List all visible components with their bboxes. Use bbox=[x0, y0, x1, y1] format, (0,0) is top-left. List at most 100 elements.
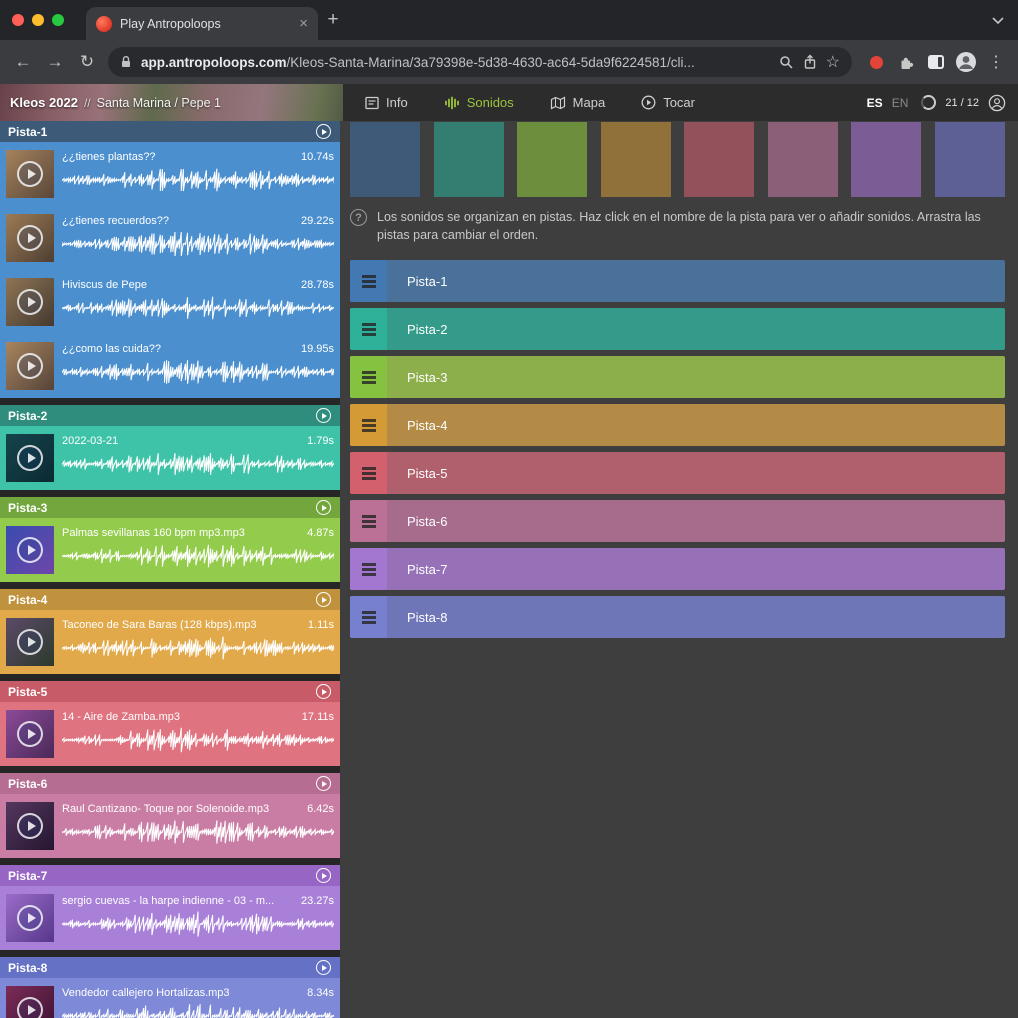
audio-clip[interactable]: Raul Cantizano- Toque por Solenoide.mp3 … bbox=[6, 802, 334, 850]
track-row[interactable]: Pista-5 bbox=[350, 452, 1005, 494]
track-play-icon[interactable] bbox=[316, 960, 331, 975]
track-name[interactable]: Pista-8 bbox=[8, 961, 316, 975]
track-name[interactable]: Pista-7 bbox=[8, 869, 316, 883]
breadcrumb-project[interactable]: Kleos 2022 bbox=[10, 95, 78, 110]
drag-handle[interactable] bbox=[350, 260, 387, 302]
zoom-icon[interactable] bbox=[779, 55, 794, 70]
track-color-tile[interactable] bbox=[768, 122, 838, 197]
drag-handle[interactable] bbox=[350, 356, 387, 398]
breadcrumb[interactable]: Kleos 2022 // Santa Marina / Pepe 1 bbox=[0, 84, 343, 121]
clip-play-icon[interactable] bbox=[17, 225, 43, 251]
bookmark-star-icon[interactable]: ☆ bbox=[826, 52, 840, 72]
audio-clip[interactable]: 2022-03-21 1.79s bbox=[6, 434, 334, 482]
track-row-label[interactable]: Pista-4 bbox=[387, 404, 1005, 446]
language-en[interactable]: EN bbox=[892, 96, 909, 110]
track-play-icon[interactable] bbox=[316, 500, 331, 515]
side-panel-icon[interactable] bbox=[922, 48, 950, 76]
track-row-label[interactable]: Pista-2 bbox=[387, 308, 1005, 350]
track-row-label[interactable]: Pista-6 bbox=[387, 500, 1005, 542]
account-icon[interactable] bbox=[988, 94, 1006, 112]
clip-thumbnail[interactable] bbox=[6, 986, 54, 1018]
track-row[interactable]: Pista-4 bbox=[350, 404, 1005, 446]
track-color-tile[interactable] bbox=[350, 122, 420, 197]
track-color-tile[interactable] bbox=[935, 122, 1005, 197]
tab-mapa[interactable]: Mapa bbox=[550, 95, 606, 110]
tab-close-icon[interactable]: × bbox=[299, 16, 308, 31]
track-row-label[interactable]: Pista-8 bbox=[387, 596, 1005, 638]
recording-extension-icon[interactable] bbox=[862, 48, 890, 76]
track-play-icon[interactable] bbox=[316, 776, 331, 791]
clip-thumbnail[interactable] bbox=[6, 802, 54, 850]
extensions-puzzle-icon[interactable] bbox=[892, 48, 920, 76]
track-play-icon[interactable] bbox=[316, 124, 331, 139]
track-row-label[interactable]: Pista-1 bbox=[387, 260, 1005, 302]
breadcrumb-path[interactable]: Santa Marina / Pepe 1 bbox=[97, 96, 221, 110]
macos-window-controls[interactable] bbox=[0, 14, 78, 26]
tab-search-chevron-icon[interactable] bbox=[992, 16, 1004, 24]
browser-tab[interactable]: Play Antropoloops × bbox=[86, 7, 318, 40]
browser-profile-avatar[interactable] bbox=[952, 48, 980, 76]
clip-thumbnail[interactable] bbox=[6, 618, 54, 666]
clip-play-icon[interactable] bbox=[17, 629, 43, 655]
clip-thumbnail[interactable] bbox=[6, 526, 54, 574]
clip-thumbnail[interactable] bbox=[6, 150, 54, 198]
track-header[interactable]: Pista-8 bbox=[0, 957, 340, 978]
zoom-window-icon[interactable] bbox=[52, 14, 64, 26]
track-play-icon[interactable] bbox=[316, 408, 331, 423]
track-header[interactable]: Pista-2 bbox=[0, 405, 340, 426]
track-name[interactable]: Pista-2 bbox=[8, 409, 316, 423]
tab-tocar[interactable]: Tocar bbox=[641, 95, 695, 110]
track-row-label[interactable]: Pista-3 bbox=[387, 356, 1005, 398]
track-name[interactable]: Pista-1 bbox=[8, 125, 316, 139]
clip-play-icon[interactable] bbox=[17, 537, 43, 563]
audio-clip[interactable]: ¿¿como las cuida?? 19.95s bbox=[6, 342, 334, 390]
clip-thumbnail[interactable] bbox=[6, 278, 54, 326]
track-row-label[interactable]: Pista-7 bbox=[387, 548, 1005, 590]
clip-play-icon[interactable] bbox=[17, 813, 43, 839]
audio-clip[interactable]: ¿¿tienes plantas?? 10.74s bbox=[6, 150, 334, 198]
track-header[interactable]: Pista-7 bbox=[0, 865, 340, 886]
track-color-tile[interactable] bbox=[601, 122, 671, 197]
track-play-icon[interactable] bbox=[316, 868, 331, 883]
audio-clip[interactable]: Palmas sevillanas 160 bpm mp3.mp3 4.87s bbox=[6, 526, 334, 574]
clip-play-icon[interactable] bbox=[17, 721, 43, 747]
drag-handle[interactable] bbox=[350, 452, 387, 494]
track-row[interactable]: Pista-8 bbox=[350, 596, 1005, 638]
track-header[interactable]: Pista-1 bbox=[0, 121, 340, 142]
drag-handle[interactable] bbox=[350, 404, 387, 446]
track-color-tile[interactable] bbox=[684, 122, 754, 197]
track-color-tile[interactable] bbox=[851, 122, 921, 197]
drag-handle[interactable] bbox=[350, 596, 387, 638]
clip-thumbnail[interactable] bbox=[6, 214, 54, 262]
new-tab-button[interactable]: + bbox=[318, 5, 348, 35]
track-row[interactable]: Pista-7 bbox=[350, 548, 1005, 590]
browser-menu-icon[interactable]: ⋮ bbox=[982, 48, 1010, 76]
tab-sonidos[interactable]: Sonidos bbox=[444, 95, 514, 110]
track-name[interactable]: Pista-5 bbox=[8, 685, 316, 699]
clip-thumbnail[interactable] bbox=[6, 710, 54, 758]
share-icon[interactable] bbox=[803, 54, 817, 70]
clip-thumbnail[interactable] bbox=[6, 342, 54, 390]
track-header[interactable]: Pista-4 bbox=[0, 589, 340, 610]
clip-play-icon[interactable] bbox=[17, 161, 43, 187]
audio-clip[interactable]: ¿¿tienes recuerdos?? 29.22s bbox=[6, 214, 334, 262]
drag-handle[interactable] bbox=[350, 548, 387, 590]
track-color-tile[interactable] bbox=[434, 122, 504, 197]
clip-play-icon[interactable] bbox=[17, 353, 43, 379]
drag-handle[interactable] bbox=[350, 308, 387, 350]
track-play-icon[interactable] bbox=[316, 684, 331, 699]
clip-play-icon[interactable] bbox=[17, 289, 43, 315]
track-name[interactable]: Pista-4 bbox=[8, 593, 316, 607]
minimize-window-icon[interactable] bbox=[32, 14, 44, 26]
track-header[interactable]: Pista-6 bbox=[0, 773, 340, 794]
clip-play-icon[interactable] bbox=[17, 445, 43, 471]
track-name[interactable]: Pista-3 bbox=[8, 501, 316, 515]
drag-handle[interactable] bbox=[350, 500, 387, 542]
clip-play-icon[interactable] bbox=[17, 905, 43, 931]
audio-clip[interactable]: Taconeo de Sara Baras (128 kbps).mp3 1.1… bbox=[6, 618, 334, 666]
clip-play-icon[interactable] bbox=[17, 997, 43, 1018]
track-row[interactable]: Pista-2 bbox=[350, 308, 1005, 350]
track-row[interactable]: Pista-1 bbox=[350, 260, 1005, 302]
clip-thumbnail[interactable] bbox=[6, 894, 54, 942]
track-row[interactable]: Pista-6 bbox=[350, 500, 1005, 542]
